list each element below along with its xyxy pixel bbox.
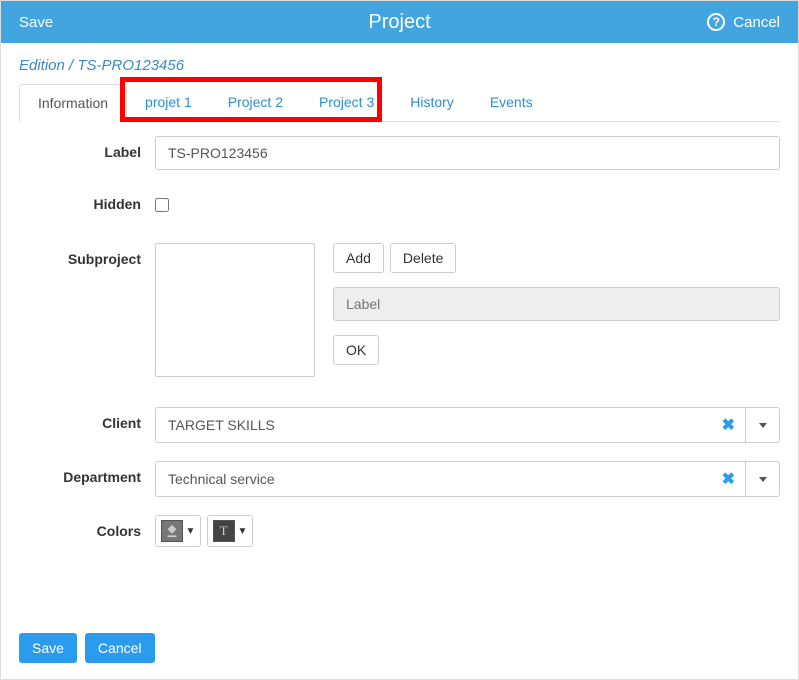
ok-button[interactable]: OK [333, 335, 379, 365]
breadcrumb: Edition / TS-PRO123456 [1, 43, 798, 84]
project-dialog: Save Project ? Cancel Edition / TS-PRO12… [0, 0, 799, 680]
color-picker-fill[interactable]: ▼ [155, 515, 201, 547]
add-button[interactable]: Add [333, 243, 384, 273]
header-save-link[interactable]: Save [19, 14, 53, 31]
delete-button[interactable]: Delete [390, 243, 456, 273]
department-combo[interactable]: Technical service ✖ [155, 461, 780, 497]
dialog-title: Project [368, 11, 430, 34]
color-picker-text[interactable]: T ▼ [207, 515, 253, 547]
subproject-label: Subproject [19, 243, 155, 267]
header-right: ? Cancel [707, 13, 780, 31]
subproject-label-input [333, 287, 780, 321]
client-combo[interactable]: TARGET SKILLS ✖ [155, 407, 780, 443]
colors-label: Colors [19, 515, 155, 539]
header-cancel-link[interactable]: Cancel [733, 14, 780, 31]
save-button[interactable]: Save [19, 633, 77, 663]
chevron-down-icon: ▼ [238, 526, 248, 537]
department-label: Department [19, 461, 155, 485]
tab-project3[interactable]: Project 3 [301, 84, 392, 121]
cancel-button[interactable]: Cancel [85, 633, 155, 663]
tab-bar: Information projet 1 Project 2 Project 3… [19, 84, 780, 122]
chevron-down-icon: ▼ [186, 526, 196, 537]
dialog-footer: Save Cancel [19, 633, 155, 663]
tab-projet1[interactable]: projet 1 [127, 84, 210, 121]
department-clear-icon[interactable]: ✖ [712, 469, 745, 489]
form-content: Label Hidden Subproject Add Delete [1, 122, 798, 547]
fill-icon [161, 520, 183, 542]
department-dropdown-icon[interactable] [745, 462, 779, 496]
tab-project2[interactable]: Project 2 [210, 84, 301, 121]
help-icon[interactable]: ? [707, 13, 725, 31]
hidden-checkbox[interactable] [155, 198, 169, 212]
client-label: Client [19, 407, 155, 431]
subproject-listbox[interactable] [155, 243, 315, 377]
department-value: Technical service [156, 471, 712, 487]
tab-information[interactable]: Information [19, 84, 127, 122]
tab-events[interactable]: Events [472, 84, 551, 121]
client-value: TARGET SKILLS [156, 417, 712, 433]
tab-history[interactable]: History [392, 84, 472, 121]
hidden-label: Hidden [19, 188, 155, 212]
label-input[interactable] [155, 136, 780, 170]
label-label: Label [19, 136, 155, 160]
text-icon: T [213, 520, 235, 542]
client-clear-icon[interactable]: ✖ [712, 415, 745, 435]
client-dropdown-icon[interactable] [745, 408, 779, 442]
dialog-header: Save Project ? Cancel [1, 1, 798, 43]
